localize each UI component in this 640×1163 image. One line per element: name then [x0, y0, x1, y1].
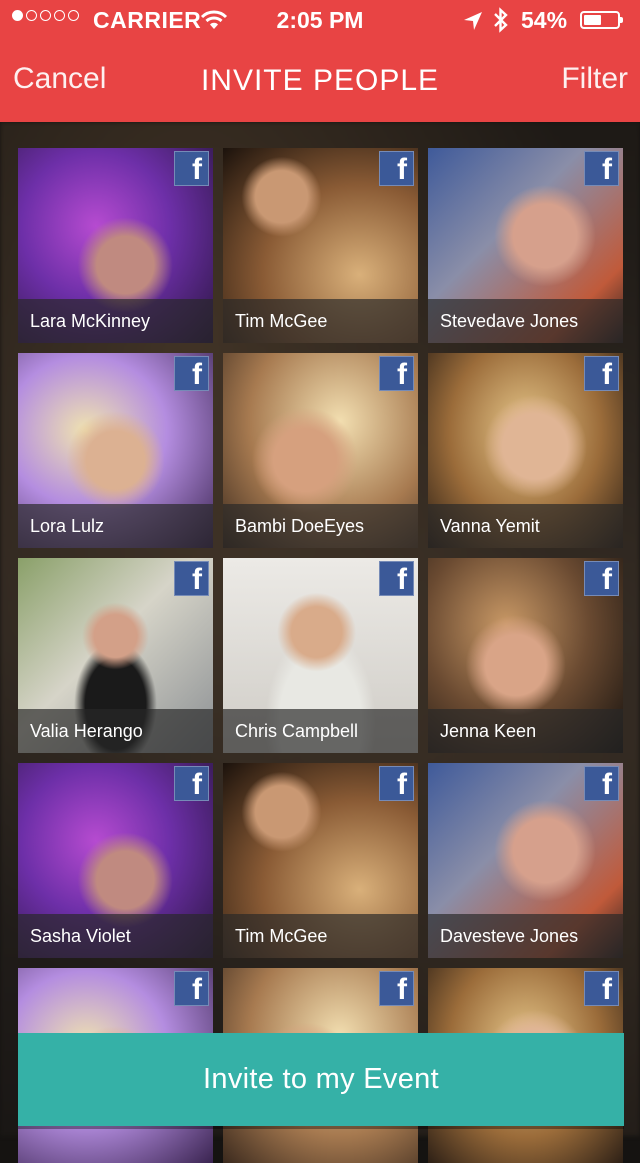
- name-overlay: Chris Campbell: [223, 709, 418, 753]
- facebook-icon: f: [174, 971, 209, 1006]
- person-name: Davesteve Jones: [440, 926, 579, 946]
- facebook-icon: f: [379, 971, 414, 1006]
- person-name: Vanna Yemit: [440, 516, 540, 536]
- invite-button-label: Invite to my Event: [203, 1063, 439, 1095]
- person-name: Tim McGee: [235, 926, 328, 946]
- location-arrow-icon: [463, 10, 483, 37]
- facebook-icon: f: [379, 151, 414, 186]
- name-overlay: Bambi DoeEyes: [223, 504, 418, 548]
- bluetooth-icon: [492, 7, 510, 39]
- person-name: Lara McKinney: [30, 311, 151, 331]
- filter-button[interactable]: Filter: [561, 62, 628, 96]
- page-title: INVITE PEOPLE: [200, 64, 440, 97]
- facebook-icon: f: [584, 971, 619, 1006]
- facebook-icon: f: [379, 561, 414, 596]
- name-overlay: Vanna Yemit: [428, 504, 623, 548]
- header: CARRIER 2:05 PM 54% Cancel INVITE PEOPLE…: [0, 0, 640, 122]
- facebook-icon: f: [174, 356, 209, 391]
- name-overlay: Valia Herango: [18, 709, 213, 753]
- facebook-icon: f: [379, 766, 414, 801]
- person-name: Stevedave Jones: [440, 311, 579, 331]
- person-name: Chris Campbell: [235, 721, 359, 741]
- facebook-icon: f: [174, 766, 209, 801]
- person-card[interactable]: f Jenna Keen: [428, 558, 623, 753]
- people-grid: f Lara McKinney f Tim McGee f Stevedave Jones…: [18, 148, 624, 1163]
- person-card[interactable]: f Lara McKinney: [18, 148, 213, 343]
- facebook-icon: f: [174, 151, 209, 186]
- person-name: Bambi DoeEyes: [235, 516, 365, 536]
- facebook-icon: f: [584, 356, 619, 391]
- battery-icon: [580, 11, 623, 29]
- facebook-icon: f: [584, 151, 619, 186]
- facebook-icon: f: [379, 356, 414, 391]
- person-card[interactable]: f Bambi DoeEyes: [223, 353, 418, 548]
- facebook-icon: f: [584, 561, 619, 596]
- name-overlay: Davesteve Jones: [428, 914, 623, 958]
- person-card[interactable]: f Davesteve Jones: [428, 763, 623, 958]
- status-bar: CARRIER 2:05 PM 54%: [0, 0, 640, 40]
- person-name: Tim McGee: [235, 311, 328, 331]
- person-card[interactable]: f Vanna Yemit: [428, 353, 623, 548]
- person-name: Lora Lulz: [30, 516, 105, 536]
- person-card[interactable]: f Chris Campbell: [223, 558, 418, 753]
- facebook-icon: f: [584, 766, 619, 801]
- invite-to-event-button[interactable]: Invite to my Event: [18, 1033, 624, 1126]
- person-card[interactable]: f Tim McGee: [223, 148, 418, 343]
- name-overlay: Lora Lulz: [18, 504, 213, 548]
- name-overlay: Stevedave Jones: [428, 299, 623, 343]
- person-card[interactable]: f Stevedave Jones: [428, 148, 623, 343]
- name-overlay: Tim McGee: [223, 914, 418, 958]
- name-overlay: Jenna Keen: [428, 709, 623, 753]
- facebook-icon: f: [174, 561, 209, 596]
- name-overlay: Sasha Violet: [18, 914, 213, 958]
- person-name: Jenna Keen: [440, 721, 537, 741]
- name-overlay: Tim McGee: [223, 299, 418, 343]
- person-card[interactable]: f Valia Herango: [18, 558, 213, 753]
- person-card[interactable]: f Sasha Violet: [18, 763, 213, 958]
- person-card[interactable]: f Tim McGee: [223, 763, 418, 958]
- battery-percent: 54%: [521, 7, 568, 33]
- name-overlay: Lara McKinney: [18, 299, 213, 343]
- person-name: Sasha Violet: [30, 926, 131, 946]
- person-card[interactable]: f Lora Lulz: [18, 353, 213, 548]
- person-name: Valia Herango: [30, 721, 143, 741]
